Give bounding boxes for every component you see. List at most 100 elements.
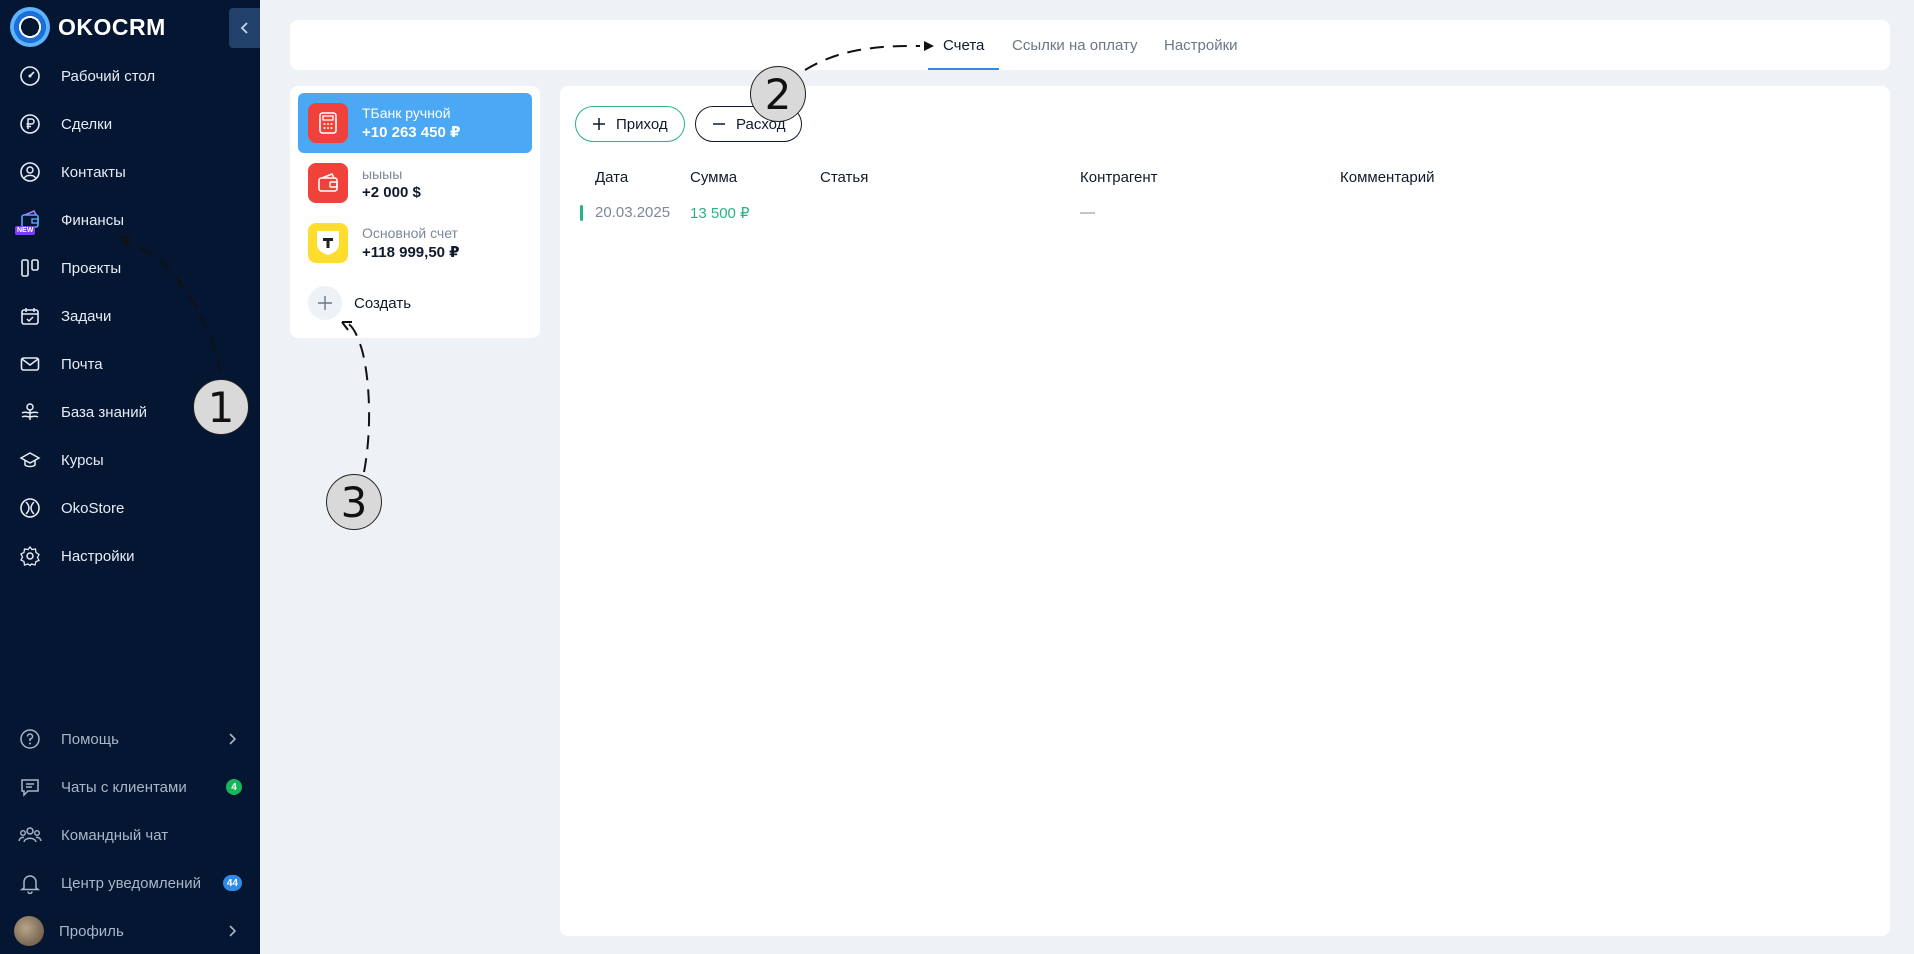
account-item[interactable]: ыыыы +2 000 $ — [298, 153, 532, 213]
courses-icon — [18, 448, 42, 472]
notification-count-badge: 44 — [222, 875, 242, 891]
logo[interactable]: OKOCRM — [10, 7, 166, 47]
account-item[interactable]: ТБанк ручной +10 263 450 ₽ — [298, 93, 532, 153]
finance-icon: NEW — [15, 208, 42, 235]
column-header-article[interactable]: Статья — [820, 169, 868, 186]
tab-payment-links[interactable]: Ссылки на оплату — [1012, 20, 1138, 70]
bottom-nav: Помощь Чаты с клиентами 4 Командный чат … — [0, 715, 260, 954]
tbank-icon — [308, 223, 348, 263]
column-header-comment[interactable]: Комментарий — [1340, 169, 1434, 186]
sidebar-item-label: Сделки — [61, 115, 113, 133]
main-nav: Рабочий стол Сделки Контакты NEW Финансы… — [0, 52, 260, 580]
sidebar-item-settings[interactable]: Настройки — [0, 532, 260, 580]
sidebar-item-projects[interactable]: Проекты — [0, 244, 260, 292]
income-button[interactable]: Приход — [575, 106, 685, 142]
ruble-icon — [18, 112, 42, 136]
knowledge-icon — [18, 400, 42, 424]
store-icon — [18, 496, 42, 520]
sidebar-item-okostore[interactable]: OkoStore — [0, 484, 260, 532]
sidebar-item-dashboard[interactable]: Рабочий стол — [0, 52, 260, 100]
mail-icon — [18, 352, 42, 376]
sidebar-item-contacts[interactable]: Контакты — [0, 148, 260, 196]
logo-icon — [10, 7, 50, 47]
team-icon — [18, 823, 42, 847]
sidebar-item-tasks[interactable]: Задачи — [0, 292, 260, 340]
cell-amount: 13 500 ₽ — [690, 205, 750, 222]
chevron-right-icon — [229, 925, 236, 937]
sidebar-item-label: Центр уведомлений — [61, 874, 201, 892]
sidebar-item-client-chats[interactable]: Чаты с клиентами 4 — [0, 763, 260, 811]
contact-icon — [18, 160, 42, 184]
sidebar-item-finance[interactable]: NEW Финансы — [0, 196, 260, 244]
sidebar-item-label: Профиль — [59, 922, 124, 940]
sidebar-item-label: Контакты — [61, 163, 126, 181]
chat-icon — [18, 775, 42, 799]
annotation-marker-2: 2 — [750, 66, 806, 122]
dashboard-icon — [18, 64, 42, 88]
wallet-icon — [308, 163, 348, 203]
sidebar-item-label: Рабочий стол — [61, 67, 156, 85]
collapse-sidebar-button[interactable] — [229, 8, 260, 48]
plus-icon — [308, 286, 342, 320]
tasks-icon — [18, 304, 42, 328]
sidebar-item-label: Настройки — [61, 547, 135, 565]
unread-count-badge: 4 — [226, 779, 242, 795]
sidebar-item-label: OkoStore — [61, 499, 125, 517]
sidebar-item-label: Проекты — [61, 259, 122, 277]
sidebar-item-label: Чаты с клиентами — [61, 778, 187, 796]
column-header-counterparty[interactable]: Контрагент — [1080, 169, 1158, 186]
cell-counterparty: — — [1080, 204, 1095, 221]
sidebar-item-label: База знаний — [61, 403, 147, 421]
account-name: ТБанк ручной — [362, 105, 451, 121]
sidebar-item-profile[interactable]: Профиль — [0, 907, 260, 954]
sidebar-item-help[interactable]: Помощь — [0, 715, 260, 763]
create-account-button[interactable]: Создать — [308, 286, 411, 320]
column-header-date[interactable]: Дата — [595, 169, 628, 186]
new-badge: NEW — [15, 226, 36, 235]
logo-text: OKOCRM — [58, 13, 166, 40]
accounts-panel: ТБанк ручной +10 263 450 ₽ ыыыы +2 000 $… — [290, 86, 540, 338]
plus-icon — [593, 118, 605, 130]
sidebar-item-label: Почта — [61, 355, 103, 373]
account-balance: +118 999,50 ₽ — [362, 244, 460, 261]
calculator-icon — [308, 103, 348, 143]
column-header-amount[interactable]: Сумма — [690, 169, 737, 186]
cell-date: 20.03.2025 — [595, 204, 671, 221]
avatar — [14, 916, 44, 946]
settings-icon — [18, 544, 42, 568]
sidebar-item-label: Курсы — [61, 451, 104, 469]
income-label: Приход — [616, 115, 668, 133]
operations-panel: Приход Расход Дата Сумма Статья Контраге… — [560, 86, 1890, 936]
tab-accounts[interactable]: Счета — [928, 20, 1000, 70]
sidebar-item-label: Финансы — [61, 211, 124, 229]
annotation-marker-3: 3 — [326, 474, 382, 530]
income-row-indicator — [580, 205, 583, 221]
bell-icon — [18, 871, 42, 895]
sidebar-item-label: Командный чат — [61, 826, 169, 844]
account-balance: +10 263 450 ₽ — [362, 124, 461, 141]
tab-label: Счета — [943, 36, 985, 54]
active-tab-indicator — [928, 68, 1000, 70]
minus-icon — [713, 123, 725, 125]
annotation-marker-1: 1 — [193, 379, 249, 435]
sidebar-item-deals[interactable]: Сделки — [0, 100, 260, 148]
tab-settings[interactable]: Настройки — [1164, 20, 1238, 70]
create-label: Создать — [354, 294, 412, 312]
sidebar-item-team-chat[interactable]: Командный чат — [0, 811, 260, 859]
sidebar-item-label: Задачи — [61, 307, 112, 325]
tabs-bar: Счета Ссылки на оплату Настройки — [290, 20, 1890, 70]
chevron-left-icon — [240, 22, 248, 34]
tab-label: Ссылки на оплату — [1012, 36, 1138, 54]
account-item[interactable]: Основной счет +118 999,50 ₽ — [298, 213, 532, 273]
account-name: Основной счет — [362, 225, 458, 241]
sidebar-item-label: Помощь — [61, 730, 119, 748]
sidebar: OKOCRM Рабочий стол Сделки Контакты NEW … — [0, 0, 260, 954]
sidebar-item-notifications[interactable]: Центр уведомлений 44 — [0, 859, 260, 907]
help-icon — [18, 727, 42, 751]
account-balance: +2 000 $ — [362, 183, 421, 201]
chevron-right-icon — [229, 733, 236, 745]
tab-label: Настройки — [1164, 36, 1238, 54]
account-name: ыыыы — [362, 165, 403, 182]
sidebar-item-courses[interactable]: Курсы — [0, 436, 260, 484]
projects-icon — [18, 256, 42, 280]
